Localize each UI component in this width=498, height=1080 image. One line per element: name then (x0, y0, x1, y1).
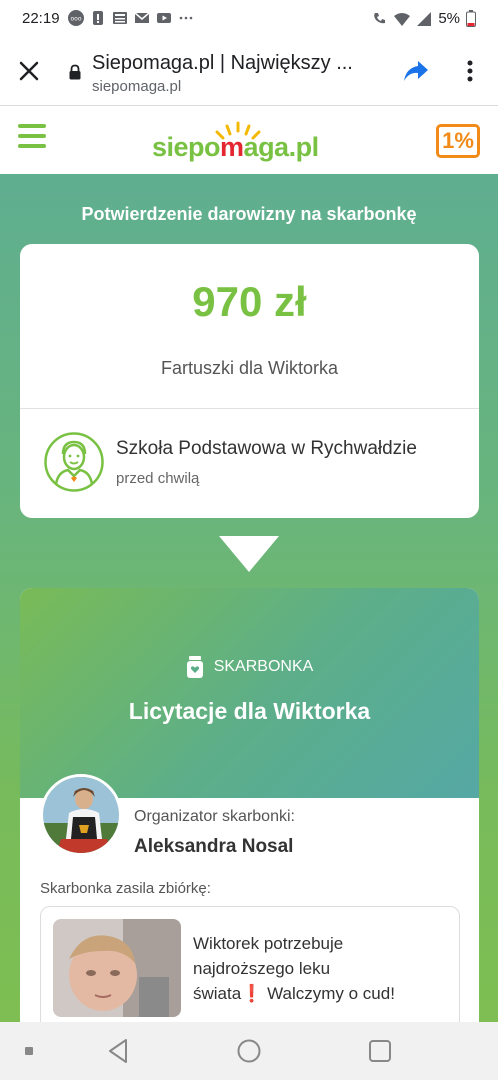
one-percent-button[interactable]: 1% (436, 124, 480, 158)
news-icon (113, 12, 127, 24)
piggy-bank-title: Licytacje dla Wiktorka (128, 698, 371, 724)
signal-icon (417, 11, 432, 26)
piggy-bank-label-row: SKARBONKA (20, 656, 479, 678)
fundraiser-line-3a: świata (193, 984, 242, 1003)
confirmation-heading: Potwierdzenie darowizny na skarbonkę (81, 204, 417, 224)
nav-dot-icon[interactable] (24, 1046, 34, 1056)
organizer-label: Organizator skarbonki: (134, 808, 295, 825)
more-icon (179, 16, 193, 20)
main-content: Potwierdzenie darowizny na skarbonkę 970… (0, 174, 498, 1022)
recents-icon[interactable] (368, 1038, 392, 1064)
jar-icon (186, 656, 203, 678)
piggy-bank-header: SKARBONKA Licytacje dla Wiktorka (20, 588, 479, 798)
donation-cause: Fartuszki dla Wiktorka (160, 358, 339, 378)
status-time: 22:19 (22, 10, 60, 27)
organizer-name[interactable]: Aleksandra Nosal (134, 836, 293, 858)
back-icon[interactable] (106, 1038, 130, 1064)
fundraiser-line-3: świata❗ Walczymy o cud! (193, 981, 443, 1006)
ooo-icon: ooo (68, 10, 84, 26)
gmail-icon (134, 12, 150, 23)
donor-time: przed chwilą (116, 470, 200, 487)
status-system-icons: 5% (372, 10, 476, 27)
arrow-down-icon (219, 536, 279, 572)
fundraiser-title[interactable]: Wiktorek potrzebuje najdroższego leku św… (193, 931, 443, 1006)
page-title[interactable]: Siepomaga.pl | Największy ... (92, 52, 382, 75)
menu-icon[interactable] (18, 124, 48, 154)
donation-card: 970 zł Fartuszki dla Wiktorka Szkoła Pod… (20, 244, 479, 518)
lock-icon (69, 64, 81, 80)
site-header: siepomaga.pl 1% (0, 106, 498, 174)
browser-toolbar: Siepomaga.pl | Największy ... siepomaga.… (0, 38, 498, 106)
battery-low-icon (466, 10, 476, 27)
exclamation-icon: ❗ (241, 984, 263, 1003)
donor-avatar-icon (44, 432, 104, 492)
android-nav-bar (0, 1022, 498, 1080)
fundraiser-line-3b: Walczymy o cud! (267, 984, 395, 1003)
donation-amount: 970 zł (192, 278, 307, 325)
piggy-bank-label: SKARBONKA (213, 658, 314, 675)
page-url[interactable]: siepomaga.pl (92, 78, 181, 95)
battery-percent: 5% (438, 10, 460, 27)
fundraiser-line-2: najdroższego leku (193, 959, 331, 978)
supports-label: Skarbonka zasila zbiórkę: (40, 880, 211, 897)
logo-text: siepomaga.pl (152, 132, 319, 162)
card-divider (20, 408, 479, 409)
fundraiser-card[interactable]: Wiktorek potrzebuje najdroższego leku św… (40, 906, 460, 1022)
fundraiser-thumbnail (53, 919, 181, 1017)
donor-name[interactable]: Szkoła Podstawowa w Rychwałdzie (116, 438, 417, 460)
organizer-avatar[interactable] (40, 774, 122, 856)
status-notification-icons: ooo (68, 10, 194, 26)
fundraiser-photo (53, 919, 181, 1017)
fundraiser-line-1: Wiktorek potrzebuje (193, 934, 344, 953)
youtube-icon (157, 13, 171, 23)
wifi-call-icon (374, 12, 386, 23)
share-icon[interactable] (402, 58, 430, 84)
svg-text:ooo: ooo (70, 16, 81, 23)
siepomaga-logo[interactable]: siepomaga.pl (152, 120, 332, 166)
close-icon[interactable] (16, 58, 42, 84)
organizer-photo (43, 777, 119, 853)
status-bar: 22:19 ooo 5% (0, 0, 498, 38)
home-icon[interactable] (236, 1038, 262, 1064)
piggy-bank-card[interactable]: SKARBONKA Licytacje dla Wiktorka Organiz… (20, 588, 479, 1022)
wifi-icon (394, 12, 411, 26)
alert-icon (93, 11, 103, 25)
more-options-icon[interactable] (460, 58, 480, 84)
